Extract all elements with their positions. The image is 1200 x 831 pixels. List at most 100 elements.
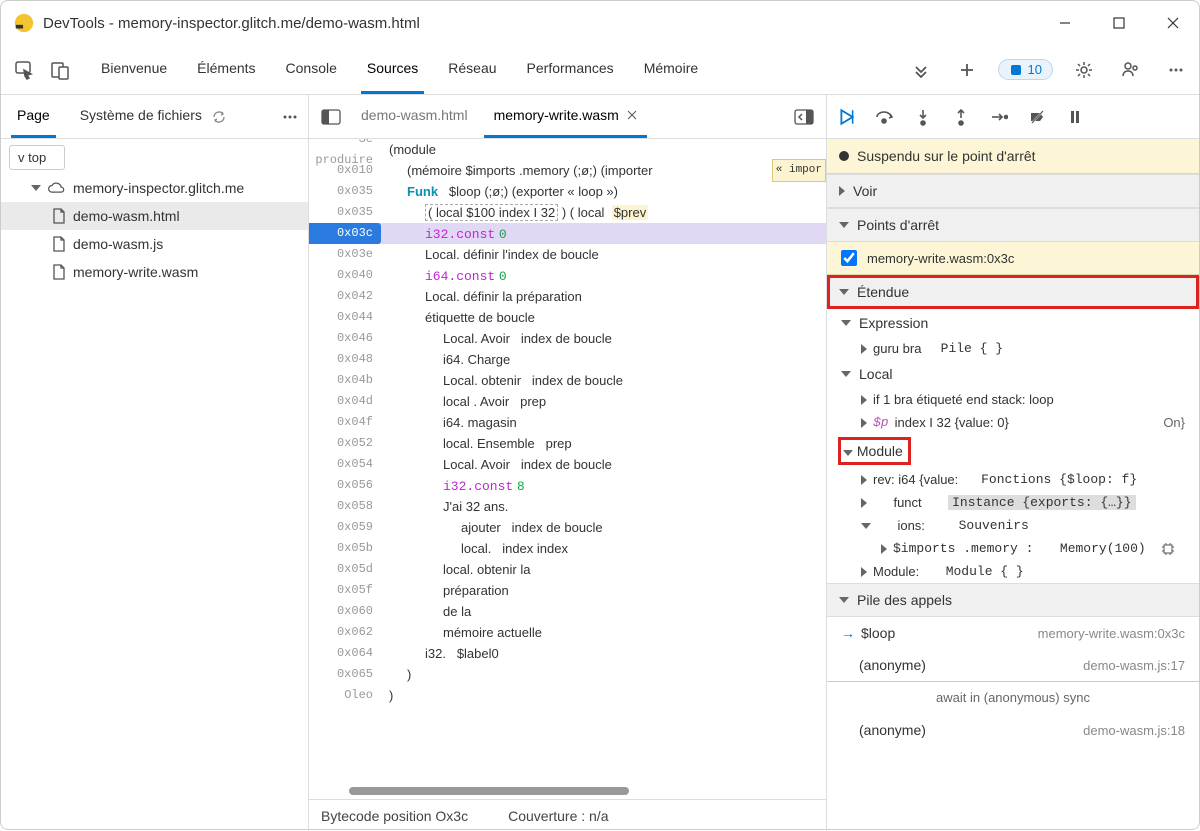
tab-console[interactable]: Console (280, 45, 343, 94)
paused-banner: Suspendu sur le point d'arrêt (827, 139, 1199, 174)
breakpoint-item[interactable]: memory-write.wasm:0x3c (827, 242, 1199, 275)
feedback-icon[interactable] (1115, 55, 1145, 85)
issues-count: 10 (1028, 62, 1042, 77)
code-line[interactable]: Oleo) (309, 685, 826, 706)
callstack-section[interactable]: Pile des appels (827, 583, 1199, 617)
callstack-frame[interactable]: →$loopmemory-write.wasm:0x3c (827, 617, 1199, 649)
overflow-chip: « impor (772, 159, 826, 182)
code-line[interactable]: 0x062mémoire actuelle (309, 622, 826, 643)
scope-row[interactable]: guru bra Pile { } (827, 337, 1199, 360)
scope-row[interactable]: ions: Souvenirs (827, 514, 1199, 537)
code-line[interactable]: 0x05blocal. index index (309, 538, 826, 559)
close-tab-icon[interactable] (627, 110, 637, 120)
file-icon (51, 264, 67, 280)
watch-section[interactable]: Voir (827, 174, 1199, 208)
code-line[interactable]: 0x044étiquette de boucle (309, 307, 826, 328)
status-bytecode: Bytecode position Ox3c (321, 808, 468, 824)
settings-icon[interactable] (1069, 55, 1099, 85)
nav-toggle-icon[interactable] (317, 103, 345, 131)
code-line[interactable]: 0x04bLocal. obtenir index de boucle (309, 370, 826, 391)
resume-button[interactable] (835, 105, 859, 129)
more-tabs-icon[interactable] (906, 55, 936, 85)
kebab-icon[interactable] (1161, 55, 1191, 85)
file-memory-write-wasm[interactable]: memory-write.wasm (1, 258, 308, 286)
code-line[interactable]: 0x048i64. Charge (309, 349, 826, 370)
code-editor[interactable]: Se produire(module0x010(mémoire $imports… (309, 139, 826, 799)
horizontal-scrollbar[interactable] (349, 787, 629, 795)
issues-badge[interactable]: 10 (998, 59, 1053, 80)
src-tab-memory-write-wasm[interactable]: memory-write.wasm (484, 95, 647, 138)
breakpoint-checkbox[interactable] (841, 250, 857, 266)
scope-row[interactable]: $pindex I 32 {value: 0}On} (827, 411, 1199, 434)
scope-module[interactable]: Module (827, 434, 1199, 468)
code-line[interactable]: 0x054Local. Avoir index de boucle (309, 454, 826, 475)
nav-more-icon[interactable] (282, 109, 298, 125)
code-line[interactable]: 0x05fpréparation (309, 580, 826, 601)
code-line[interactable]: 0x040i64.const 0 (309, 265, 826, 286)
code-line[interactable]: 0x04dlocal . Avoir prep (309, 391, 826, 412)
code-line[interactable]: 0x035Funk $loop (;ø;) (exporter « loop »… (309, 181, 826, 202)
code-line[interactable]: Se produire(module (309, 139, 826, 160)
src-tab-demo-wasm-html[interactable]: demo-wasm.html (351, 95, 478, 138)
device-toggle-icon[interactable] (45, 55, 75, 85)
breakpoints-section[interactable]: Points d'arrêt (827, 208, 1199, 242)
tab-elements[interactable]: Éléments (191, 45, 261, 94)
step-over-button[interactable] (873, 105, 897, 129)
scope-local[interactable]: Local (827, 360, 1199, 388)
code-line[interactable]: 0x046Local. Avoir index de boucle (309, 328, 826, 349)
code-line[interactable]: 0x052local. Ensemble prep (309, 433, 826, 454)
scope-row[interactable]: funct Instance {exports: {…}} (827, 491, 1199, 514)
deactivate-breakpoints-button[interactable] (1025, 105, 1049, 129)
code-line[interactable]: 0x058J'ai 32 ans. (309, 496, 826, 517)
scope-row[interactable]: if 1 bra étiqueté end stack: loop (827, 388, 1199, 411)
memory-chip-icon[interactable] (1161, 542, 1175, 556)
code-line[interactable]: 0x042Local. définir la préparation (309, 286, 826, 307)
domain-row[interactable]: memory-inspector.glitch.me (1, 174, 308, 202)
code-line[interactable]: 0x04fi64. magasin (309, 412, 826, 433)
maximize-button[interactable] (1105, 9, 1133, 37)
expand-icon (31, 185, 41, 191)
tab-performance[interactable]: Performances (521, 45, 620, 94)
cloud-icon (47, 180, 67, 196)
tab-sources[interactable]: Sources (361, 45, 424, 94)
code-line[interactable]: 0x010(mémoire $imports .memory (;ø;) (im… (309, 160, 826, 181)
code-line[interactable]: 0x03eLocal. définir l'index de boucle (309, 244, 826, 265)
code-line[interactable]: 0x03ci32.const 0 (309, 223, 826, 244)
step-into-button[interactable] (911, 105, 935, 129)
tab-memory[interactable]: Mémoire (638, 45, 704, 94)
status-coverage: Couverture : n/a (508, 808, 608, 824)
scope-expression[interactable]: Expression (827, 309, 1199, 337)
code-line[interactable]: 0x060de la (309, 601, 826, 622)
nav-toggle-right-icon[interactable] (790, 103, 818, 131)
callstack-frame[interactable]: (anonyme)demo-wasm.js:18 (827, 714, 1199, 746)
file-demo-wasm-js[interactable]: demo-wasm.js (1, 230, 308, 258)
close-button[interactable] (1159, 9, 1187, 37)
plus-icon[interactable] (952, 55, 982, 85)
nav-tab-filesystem[interactable]: Système de fichiers (74, 95, 208, 138)
code-line[interactable]: 0x056i32.const 8 (309, 475, 826, 496)
minimize-button[interactable] (1051, 9, 1079, 37)
code-line[interactable]: 0x05dlocal. obtenir la (309, 559, 826, 580)
dot-icon (839, 151, 849, 161)
scope-row[interactable]: rev: i64 {value: Fonctions {$loop: f} (827, 468, 1199, 491)
code-line[interactable]: 0x065) (309, 664, 826, 685)
window-title: DevTools - memory-inspector.glitch.me/de… (43, 15, 420, 32)
scope-section[interactable]: Étendue (827, 275, 1199, 309)
tab-bienvenue[interactable]: Bienvenue (95, 45, 173, 94)
scope-row[interactable]: $imports .memory : Memory(100) (827, 537, 1199, 560)
file-demo-wasm-html[interactable]: demo-wasm.html (1, 202, 308, 230)
pause-exceptions-button[interactable] (1063, 105, 1087, 129)
tab-network[interactable]: Réseau (442, 45, 502, 94)
inspect-icon[interactable] (9, 55, 39, 85)
nav-tab-page[interactable]: Page (11, 95, 56, 138)
callstack-frame[interactable]: (anonyme)demo-wasm.js:17 (827, 649, 1199, 681)
code-line[interactable]: 0x059ajouter index de boucle (309, 517, 826, 538)
code-line[interactable]: 0x064i32. $label0 (309, 643, 826, 664)
scope-row[interactable]: Module: Module { } (827, 560, 1199, 583)
nav-tab-sync-icon[interactable] (212, 110, 226, 124)
step-button[interactable] (987, 105, 1011, 129)
file-icon (51, 208, 67, 224)
frame-selector[interactable]: v top (9, 145, 65, 170)
step-out-button[interactable] (949, 105, 973, 129)
code-line[interactable]: 0x035( local $100 index I 32 ) ( local $… (309, 202, 826, 223)
